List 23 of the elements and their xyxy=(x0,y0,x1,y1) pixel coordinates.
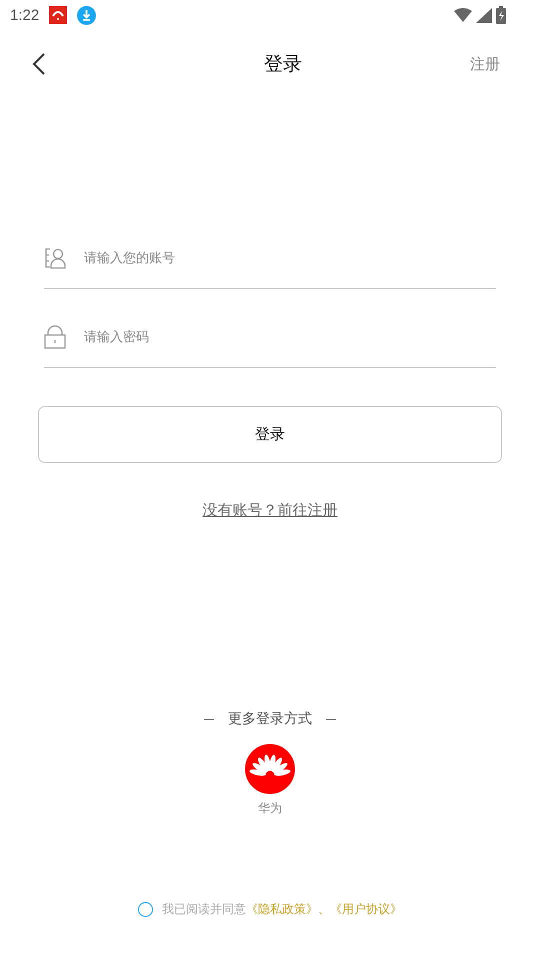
petal-logo-icon[interactable] xyxy=(245,744,295,794)
agreement-checkbox[interactable] xyxy=(138,902,153,917)
download-icon xyxy=(77,6,96,24)
battery-icon xyxy=(496,6,506,24)
page-title: 登录 xyxy=(264,52,302,77)
back-icon[interactable] xyxy=(32,52,46,76)
lock-icon xyxy=(44,325,66,349)
separator-text: 、 xyxy=(318,901,330,918)
input-field[interactable]: 请输入您的账号 xyxy=(84,250,496,266)
user-icon xyxy=(44,247,66,269)
section-label: 更多登录方式 xyxy=(228,710,312,728)
terms-link[interactable]: 《用户协议》 xyxy=(330,901,402,918)
wifi-icon xyxy=(454,8,472,22)
app-notification-icon xyxy=(49,6,68,24)
register-link[interactable]: 没有账号？前往注册 xyxy=(202,501,338,520)
provider-label: 华为 xyxy=(258,800,282,817)
agreement-text: 我已阅读并同意 xyxy=(162,901,246,918)
status-time: 1:22 xyxy=(10,6,40,24)
privacy-link[interactable]: 《隐私政策》 xyxy=(246,901,318,918)
login-button[interactable]: 登录 xyxy=(38,406,502,463)
input-field[interactable]: 请输入密码 xyxy=(84,330,496,344)
register-button[interactable]: 注册 xyxy=(470,54,500,74)
signal-icon xyxy=(476,8,492,22)
